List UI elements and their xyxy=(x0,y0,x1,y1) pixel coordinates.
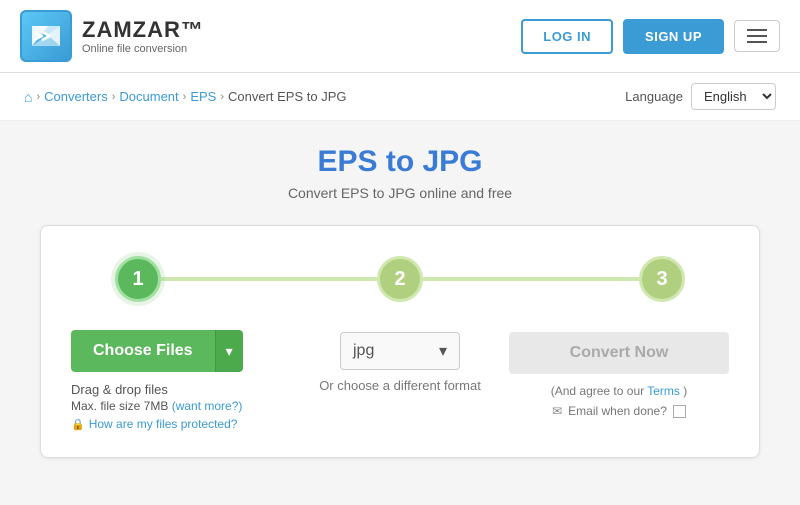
lock-icon: 🔒 xyxy=(71,418,85,431)
language-label: Language xyxy=(625,89,683,104)
step-2-column: jpg ▾ Or choose a different format xyxy=(291,330,509,393)
step-1-number: 1 xyxy=(132,268,143,291)
logo-area: ZAMZAR™ Online file conversion xyxy=(20,10,204,62)
drag-drop-text: Drag & drop files xyxy=(71,382,168,397)
step-line-2 xyxy=(421,277,641,281)
logo-text: ZAMZAR™ Online file conversion xyxy=(82,17,204,55)
breadcrumb-eps[interactable]: EPS xyxy=(190,89,216,104)
hamburger-menu-button[interactable] xyxy=(734,20,780,52)
step-1-column: Choose Files ▾ Drag & drop files Max. fi… xyxy=(71,330,291,431)
email-row: ✉ Email when done? xyxy=(552,404,686,418)
terms-suffix: ) xyxy=(683,384,687,398)
format-select-wrapper[interactable]: jpg ▾ xyxy=(340,332,460,370)
breadcrumb-converters[interactable]: Converters xyxy=(44,89,108,104)
breadcrumb-sep-2: › xyxy=(112,91,116,103)
steps-progress: 1 2 3 xyxy=(71,256,729,302)
email-when-done-label: Email when done? xyxy=(568,404,667,418)
language-select[interactable]: English French German Spanish xyxy=(691,83,776,110)
logo-name: ZAMZAR™ xyxy=(82,17,204,43)
step-2-number: 2 xyxy=(394,268,405,291)
breadcrumb-document[interactable]: Document xyxy=(119,89,178,104)
email-icon: ✉ xyxy=(552,404,562,418)
want-more-link[interactable]: (want more?) xyxy=(172,399,243,413)
home-icon[interactable]: ⌂ xyxy=(24,89,32,105)
step-line-1 xyxy=(159,277,379,281)
menu-line-3 xyxy=(747,41,767,43)
menu-line-2 xyxy=(747,35,767,37)
protected-text: How are my files protected? xyxy=(89,417,238,431)
step-3-number: 3 xyxy=(656,268,667,291)
terms-link[interactable]: Terms xyxy=(647,384,680,398)
breadcrumb-bar: ⌂ › Converters › Document › EPS › Conver… xyxy=(0,73,800,121)
terms-prefix: (And agree to our xyxy=(551,384,644,398)
logo-tagline: Online file conversion xyxy=(82,43,204,55)
page-title: EPS to JPG xyxy=(40,145,760,179)
language-area: Language English French German Spanish xyxy=(625,83,776,110)
breadcrumb-sep-4: › xyxy=(220,91,224,103)
choose-files-dropdown-button[interactable]: ▾ xyxy=(215,330,243,372)
breadcrumb-current: Convert EPS to JPG xyxy=(228,89,347,104)
breadcrumb-sep-3: › xyxy=(183,91,187,103)
header-buttons: LOG IN SIGN UP xyxy=(521,19,780,54)
signup-button[interactable]: SIGN UP xyxy=(623,19,724,54)
zamzar-logo-icon xyxy=(20,10,72,62)
step-3-column: Convert Now (And agree to our Terms ) ✉ … xyxy=(509,330,729,418)
step-1-circle: 1 xyxy=(115,256,161,302)
breadcrumb: ⌂ › Converters › Document › EPS › Conver… xyxy=(24,89,347,105)
convert-now-button[interactable]: Convert Now xyxy=(509,332,729,374)
format-value: jpg xyxy=(353,342,374,360)
choose-files-wrapper: Choose Files ▾ xyxy=(71,330,243,372)
dropdown-arrow-icon: ▾ xyxy=(226,343,233,359)
email-checkbox[interactable] xyxy=(673,405,686,418)
step-2-circle: 2 xyxy=(377,256,423,302)
breadcrumb-sep-1: › xyxy=(36,91,40,103)
page-subtitle: Convert EPS to JPG online and free xyxy=(40,185,760,201)
header: ZAMZAR™ Online file conversion LOG IN SI… xyxy=(0,0,800,73)
terms-text: (And agree to our Terms ) xyxy=(551,384,688,398)
format-help-text: Or choose a different format xyxy=(319,378,481,393)
format-dropdown-arrow-icon: ▾ xyxy=(439,341,447,361)
max-file-label: Max. file size 7MB xyxy=(71,399,168,413)
main-content: EPS to JPG Convert EPS to JPG online and… xyxy=(20,121,780,482)
menu-line-1 xyxy=(747,29,767,31)
file-protection-link[interactable]: 🔒 How are my files protected? xyxy=(71,417,237,431)
actions-row: Choose Files ▾ Drag & drop files Max. fi… xyxy=(71,330,729,431)
converter-card: 1 2 3 Choose Files ▾ Drag & drop f xyxy=(40,225,760,458)
step-3-circle: 3 xyxy=(639,256,685,302)
choose-files-button[interactable]: Choose Files xyxy=(71,330,215,372)
login-button[interactable]: LOG IN xyxy=(521,19,613,54)
max-file-text: Max. file size 7MB (want more?) xyxy=(71,399,242,413)
